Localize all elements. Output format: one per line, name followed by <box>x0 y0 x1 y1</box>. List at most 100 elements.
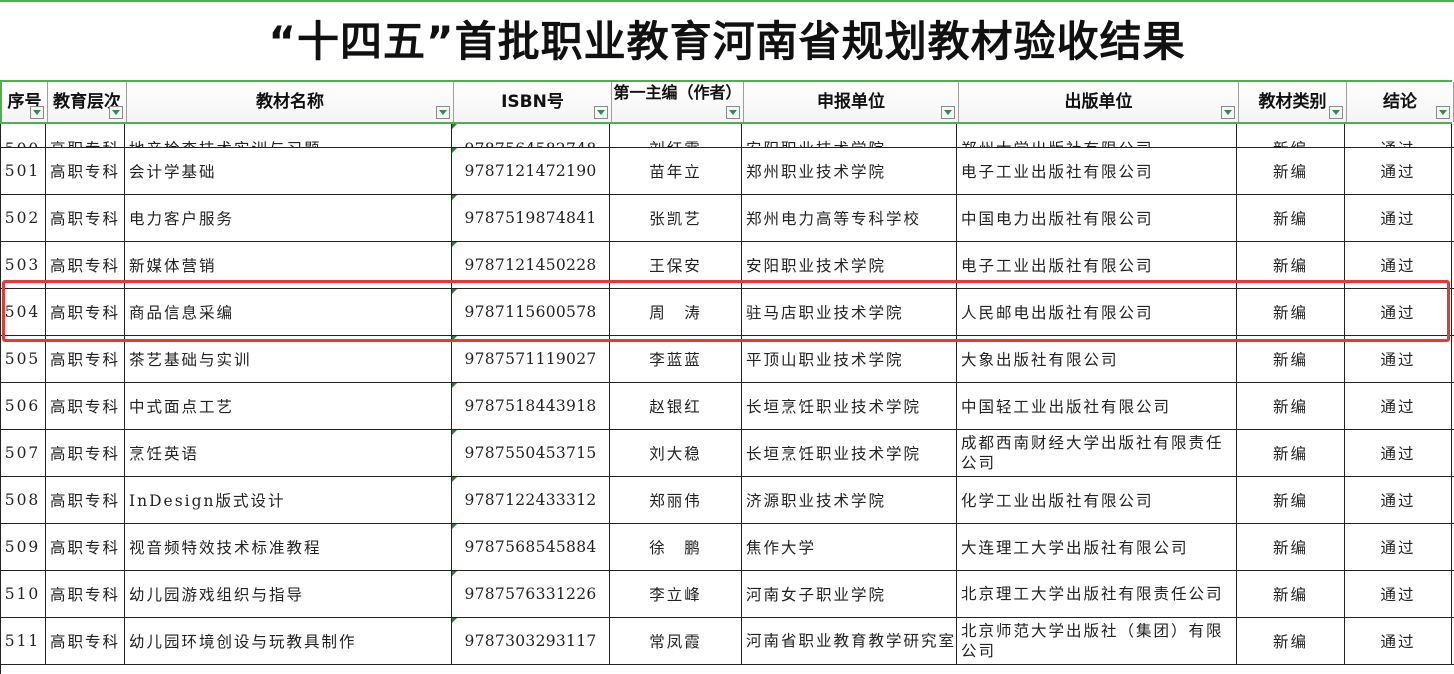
cell-unit[interactable]: 焦作大学 <box>742 524 957 570</box>
cell-result[interactable]: 通过 <box>1345 242 1452 288</box>
cell-unit[interactable]: 长垣烹饪职业技术学院 <box>742 430 957 476</box>
cell-seq[interactable]: 507 <box>0 430 46 476</box>
cell-publisher[interactable]: 北京理工大学出版社有限责任公司 <box>957 571 1237 617</box>
cell-editor[interactable]: 刘红霞 <box>610 124 742 147</box>
cell-unit[interactable]: 长垣烹饪职业技术学院 <box>742 383 957 429</box>
cell-result[interactable]: 通过 <box>1345 430 1452 476</box>
cell-name[interactable]: 新媒体营销 <box>125 242 452 288</box>
cell-name[interactable]: 茶艺基础与实训 <box>125 336 452 382</box>
cell-unit[interactable]: 郑州电力高等专科学校 <box>742 195 957 241</box>
cell-level[interactable]: 高职专科 <box>46 618 125 664</box>
cell-seq[interactable]: 505 <box>0 336 46 382</box>
cell-publisher[interactable]: 电子工业出版社有限公司 <box>957 148 1237 194</box>
filter-dropdown-icon[interactable] <box>1436 106 1450 119</box>
cell-name[interactable]: 电力客户服务 <box>125 195 452 241</box>
cell-unit[interactable]: 安阳职业技术学院 <box>742 124 957 147</box>
cell-seq[interactable]: 500 <box>0 124 46 147</box>
cell-editor[interactable]: 徐 鹏 <box>610 524 742 570</box>
cell-category[interactable]: 新编 <box>1237 124 1345 147</box>
filter-dropdown-icon[interactable] <box>594 106 608 119</box>
cell-editor[interactable]: 苗年立 <box>610 148 742 194</box>
cell-level[interactable]: 高职专科 <box>46 242 125 288</box>
cell-category[interactable]: 新编 <box>1237 571 1345 617</box>
cell-seq[interactable]: 503 <box>0 242 46 288</box>
cell-category[interactable]: 新编 <box>1237 289 1345 335</box>
cell-editor[interactable]: 常凤霞 <box>610 618 742 664</box>
cell-name[interactable]: 视音频特效技术标准教程 <box>125 524 452 570</box>
cell-isbn[interactable]: 9787303293117 <box>452 618 610 664</box>
cell-result[interactable]: 通过 <box>1345 336 1452 382</box>
filter-dropdown-icon[interactable] <box>109 106 123 119</box>
cell-name[interactable]: InDesign版式设计 <box>125 477 452 523</box>
cell-isbn[interactable]: 9787564582748 <box>452 124 610 147</box>
cell-category[interactable]: 新编 <box>1237 524 1345 570</box>
cell-isbn[interactable]: 9787568545884 <box>452 524 610 570</box>
cell-editor[interactable]: 赵银红 <box>610 383 742 429</box>
cell-publisher[interactable]: 电子工业出版社有限公司 <box>957 242 1237 288</box>
cell-result[interactable]: 通过 <box>1345 477 1452 523</box>
cell-name[interactable]: 中式面点工艺 <box>125 383 452 429</box>
cell-name[interactable]: 会计学基础 <box>125 148 452 194</box>
cell-result[interactable]: 通过 <box>1345 571 1452 617</box>
cell-unit[interactable]: 河南省职业教育教学研究室 <box>742 618 957 664</box>
cell-isbn[interactable]: 9787518443918 <box>452 383 610 429</box>
cell-publisher[interactable]: 中国电力出版社有限公司 <box>957 195 1237 241</box>
filter-dropdown-icon[interactable] <box>1221 106 1235 119</box>
cell-publisher[interactable]: 郑州大学出版社有限公司 <box>957 124 1237 147</box>
filter-dropdown-icon[interactable] <box>941 106 955 119</box>
cell-category[interactable]: 新编 <box>1237 242 1345 288</box>
cell-seq[interactable]: 506 <box>0 383 46 429</box>
cell-editor[interactable]: 郑丽伟 <box>610 477 742 523</box>
cell-level[interactable]: 高职专科 <box>46 195 125 241</box>
cell-publisher[interactable]: 中国轻工业出版社有限公司 <box>957 383 1237 429</box>
cell-unit[interactable]: 驻马店职业技术学院 <box>742 289 957 335</box>
cell-category[interactable]: 新编 <box>1237 477 1345 523</box>
filter-dropdown-icon[interactable] <box>436 106 450 119</box>
cell-category[interactable]: 新编 <box>1237 618 1345 664</box>
cell-level[interactable]: 高职专科 <box>46 430 125 476</box>
filter-dropdown-icon[interactable] <box>726 106 740 119</box>
cell-isbn[interactable]: 9787121450228 <box>452 242 610 288</box>
cell-editor[interactable]: 刘大稳 <box>610 430 742 476</box>
cell-publisher[interactable]: 北京师范大学出版社（集团）有限公司 <box>957 618 1237 664</box>
cell-seq[interactable]: 502 <box>0 195 46 241</box>
cell-seq[interactable]: 510 <box>0 571 46 617</box>
filter-dropdown-icon[interactable] <box>30 106 44 119</box>
cell-level[interactable]: 高职专科 <box>46 383 125 429</box>
cell-unit[interactable]: 河南女子职业学院 <box>742 571 957 617</box>
cell-level[interactable]: 高职专科 <box>46 124 125 147</box>
cell-seq[interactable]: 509 <box>0 524 46 570</box>
cell-unit[interactable]: 济源职业技术学院 <box>742 477 957 523</box>
cell-level[interactable]: 高职专科 <box>46 148 125 194</box>
cell-isbn[interactable]: 9787519874841 <box>452 195 610 241</box>
cell-result[interactable]: 通过 <box>1345 524 1452 570</box>
cell-editor[interactable]: 王保安 <box>610 242 742 288</box>
cell-editor[interactable]: 李蓝蓝 <box>610 336 742 382</box>
cell-level[interactable]: 高职专科 <box>46 477 125 523</box>
cell-name[interactable]: 烹饪英语 <box>125 430 452 476</box>
cell-publisher[interactable]: 大连理工大学出版社有限公司 <box>957 524 1237 570</box>
filter-dropdown-icon[interactable] <box>1329 106 1343 119</box>
cell-result[interactable]: 通过 <box>1345 383 1452 429</box>
cell-editor[interactable]: 张凯艺 <box>610 195 742 241</box>
cell-unit[interactable]: 平顶山职业技术学院 <box>742 336 957 382</box>
cell-publisher[interactable]: 化学工业出版社有限公司 <box>957 477 1237 523</box>
cell-level[interactable]: 高职专科 <box>46 336 125 382</box>
cell-level[interactable]: 高职专科 <box>46 524 125 570</box>
cell-result[interactable]: 通过 <box>1345 618 1452 664</box>
cell-seq[interactable]: 511 <box>0 618 46 664</box>
cell-level[interactable]: 高职专科 <box>46 289 125 335</box>
cell-publisher[interactable]: 大象出版社有限公司 <box>957 336 1237 382</box>
cell-category[interactable]: 新编 <box>1237 195 1345 241</box>
cell-result[interactable]: 通过 <box>1345 148 1452 194</box>
cell-isbn[interactable]: 9787576331226 <box>452 571 610 617</box>
cell-category[interactable]: 新编 <box>1237 430 1345 476</box>
cell-isbn[interactable]: 9787550453715 <box>452 430 610 476</box>
cell-publisher[interactable]: 人民邮电出版社有限公司 <box>957 289 1237 335</box>
cell-name[interactable]: 商品信息采编 <box>125 289 452 335</box>
cell-name[interactable]: 幼儿园环境创设与玩教具制作 <box>125 618 452 664</box>
cell-editor[interactable]: 周 涛 <box>610 289 742 335</box>
cell-unit[interactable]: 郑州职业技术学院 <box>742 148 957 194</box>
cell-editor[interactable]: 李立峰 <box>610 571 742 617</box>
cell-seq[interactable]: 501 <box>0 148 46 194</box>
